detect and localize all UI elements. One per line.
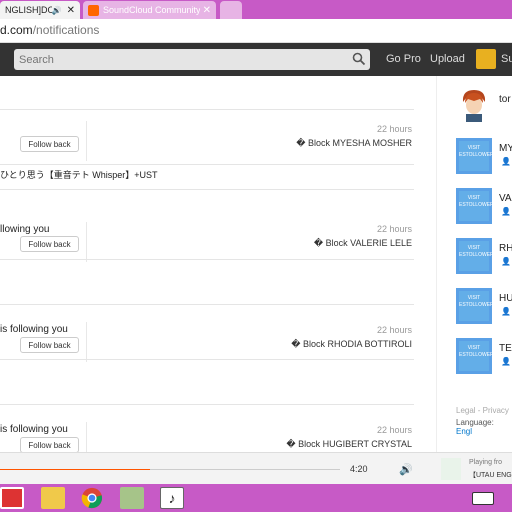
followers-icon: 👤 bbox=[501, 257, 511, 266]
new-tab-button[interactable] bbox=[220, 1, 242, 19]
notification-text: llowing you bbox=[0, 224, 50, 235]
url-domain: d.com bbox=[0, 23, 33, 37]
volume-icon[interactable]: 🔊 bbox=[399, 463, 413, 476]
browser-tab-soundcloud-community[interactable]: SoundCloud Community ✕ bbox=[83, 1, 216, 19]
chrome-icon[interactable] bbox=[80, 487, 104, 509]
divider bbox=[0, 109, 414, 110]
suggestion-name[interactable]: TE bbox=[499, 343, 512, 354]
taskbar: ♪ bbox=[0, 484, 512, 512]
suggestion-name[interactable]: RH bbox=[499, 243, 512, 254]
notification-text: is following you bbox=[0, 424, 68, 435]
app-icon[interactable] bbox=[0, 487, 24, 509]
notes-app-icon[interactable] bbox=[120, 487, 144, 509]
divider bbox=[86, 322, 87, 362]
suggestion-name[interactable]: HU bbox=[499, 293, 512, 304]
now-playing-artwork[interactable] bbox=[441, 458, 461, 480]
suggestion-avatar[interactable]: VISIT ESTOLLOWERS.SITE bbox=[456, 188, 509, 224]
browser-tab-strip: NGLISH]DOLL 🔊 ✕ SoundCloud Community ✕ bbox=[0, 0, 512, 19]
suggestion-avatar[interactable]: VISIT ESTOLLOWERS.SITE bbox=[456, 138, 509, 174]
tab-title: NGLISH]DOLL bbox=[5, 5, 52, 15]
tab-title: SoundCloud Community bbox=[103, 5, 200, 15]
music-app-icon[interactable]: ♪ bbox=[160, 487, 184, 509]
notification-time: 22 hours bbox=[376, 124, 412, 134]
go-pro-link[interactable]: Go Pro bbox=[386, 53, 421, 65]
keyboard-icon[interactable] bbox=[472, 492, 494, 505]
player-bar: 4:20 🔊 Playing fro 【UTAU ENG bbox=[0, 452, 512, 484]
badge-visit: VISIT bbox=[467, 345, 481, 351]
playing-from-label: Playing fro bbox=[469, 459, 503, 466]
badge-visit: VISIT bbox=[467, 245, 481, 251]
user-avatar[interactable] bbox=[476, 49, 496, 69]
user-menu-label[interactable]: Su bbox=[501, 53, 512, 65]
language-selector[interactable]: Language: Engl bbox=[456, 418, 512, 436]
divider bbox=[0, 259, 414, 260]
suggestion-avatar[interactable]: VISIT ESTOLLOWERS.SITE bbox=[456, 338, 509, 374]
followers-icon: 👤 bbox=[501, 357, 511, 366]
divider bbox=[0, 164, 414, 165]
block-user-link[interactable]: � Block HUGIBERT CRYSTAL bbox=[286, 439, 412, 450]
progress-fill bbox=[0, 469, 150, 470]
follow-back-button[interactable]: Follow back bbox=[20, 437, 79, 452]
track-duration: 4:20 bbox=[350, 464, 368, 474]
language-value: Engl bbox=[456, 427, 473, 436]
badge-visit: VISIT bbox=[467, 145, 481, 151]
divider bbox=[0, 189, 414, 190]
speaker-icon: 🔊 bbox=[51, 5, 62, 15]
notification-time: 22 hours bbox=[376, 224, 412, 234]
block-user-link[interactable]: � Block RHODIA BOTTIROLI bbox=[291, 339, 412, 350]
now-playing-title[interactable]: 【UTAU ENG bbox=[469, 470, 512, 480]
url-text[interactable]: d.com/notifications bbox=[0, 23, 99, 37]
suggestion-avatar[interactable]: VISIT ESTOLLOWERS.SITE bbox=[456, 238, 509, 274]
notifications-list: Follow back 22 hours � Block MYESHA MOSH… bbox=[0, 76, 437, 452]
notification-time: 22 hours bbox=[376, 425, 412, 435]
language-label: Language: bbox=[456, 418, 494, 427]
search-icon[interactable] bbox=[352, 52, 366, 66]
divider bbox=[86, 422, 87, 452]
top-user-name[interactable]: tor bbox=[499, 94, 511, 105]
followers-icon: 👤 bbox=[501, 157, 511, 166]
follow-back-button[interactable]: Follow back bbox=[20, 136, 79, 152]
divider bbox=[0, 404, 414, 405]
track-title[interactable]: ひとり思う【重音テト Whisper】+UST bbox=[0, 168, 158, 181]
notification-text: is following you bbox=[0, 324, 68, 335]
suggestion-name[interactable]: MY bbox=[499, 143, 512, 154]
soundcloud-favicon-icon bbox=[88, 4, 99, 16]
url-path: /notifications bbox=[32, 23, 100, 37]
who-to-follow-sidebar: tor VISIT ESTOLLOWERS.SITE MY 👤 VISIT ESTO… bbox=[437, 76, 512, 452]
block-user-link[interactable]: � Block VALERIE LELE bbox=[314, 238, 412, 249]
followers-icon: 👤 bbox=[501, 307, 511, 316]
notification-time: 22 hours bbox=[376, 325, 412, 335]
legal-links[interactable]: Legal - Privacy bbox=[456, 406, 509, 415]
address-bar[interactable]: d.com/notifications bbox=[0, 19, 512, 43]
browser-tab-active[interactable]: NGLISH]DOLL 🔊 ✕ bbox=[0, 1, 80, 19]
divider bbox=[0, 304, 414, 305]
suggestion-avatar[interactable]: VISIT ESTOLLOWERS.SITE bbox=[456, 288, 509, 324]
divider bbox=[0, 359, 414, 360]
divider bbox=[86, 121, 87, 161]
suggestion-name[interactable]: VA bbox=[499, 193, 512, 204]
close-tab-icon[interactable]: ✕ bbox=[203, 5, 211, 16]
upload-link[interactable]: Upload bbox=[430, 53, 465, 65]
file-explorer-icon[interactable] bbox=[41, 487, 65, 509]
close-tab-icon[interactable]: ✕ bbox=[67, 5, 75, 16]
badge-visit: VISIT bbox=[467, 295, 481, 301]
playback-progress[interactable] bbox=[0, 469, 340, 470]
badge-visit: VISIT bbox=[467, 195, 481, 201]
user-avatar-character[interactable] bbox=[460, 88, 488, 122]
follow-back-button[interactable]: Follow back bbox=[20, 236, 79, 252]
search-input[interactable] bbox=[14, 49, 370, 70]
followers-icon: 👤 bbox=[501, 207, 511, 216]
block-user-link[interactable]: � Block MYESHA MOSHER bbox=[296, 138, 412, 149]
follow-back-button[interactable]: Follow back bbox=[20, 337, 79, 353]
divider bbox=[86, 222, 87, 262]
site-header: Go Pro Upload Su bbox=[0, 43, 512, 76]
